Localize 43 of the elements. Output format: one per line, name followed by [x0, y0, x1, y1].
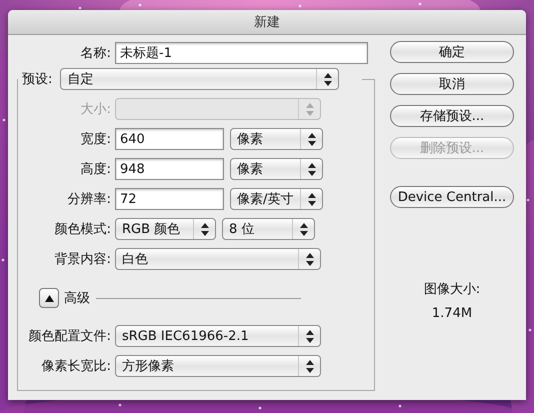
dropdown[interactable]: 白色 [115, 248, 321, 270]
stepper-arrows-icon [308, 192, 316, 206]
field-label: 大小: [80, 101, 112, 118]
text-field[interactable]: 948 [115, 158, 224, 180]
stepper-arrows-icon [324, 72, 332, 86]
dialog-button[interactable]: 确定 [390, 41, 514, 63]
stepper-arrows-icon [306, 360, 314, 372]
section-label: 高级 [64, 290, 90, 307]
dropdown[interactable]: sRGB IEC61966-2.1 [115, 325, 321, 347]
stepper-arrows-icon [300, 222, 308, 236]
field-label: 名称: [80, 45, 112, 62]
dropdown[interactable]: RGB 颜色 [115, 218, 216, 240]
text-field[interactable]: 72 [115, 188, 224, 210]
unit-dropdown[interactable]: 像素 [230, 128, 323, 150]
stepper-arrows-icon [306, 102, 314, 116]
field-label: 颜色模式: [54, 221, 112, 238]
text-field[interactable]: 640 [115, 128, 224, 150]
preset-dropdown[interactable]: 自定 [60, 68, 340, 90]
field-label: 高度: [80, 161, 112, 178]
unit-dropdown[interactable]: 像素/英寸 [230, 188, 323, 210]
unit-dropdown[interactable]: 像素 [230, 158, 323, 180]
stepper-arrows-icon [308, 162, 316, 176]
disclosure-button[interactable] [39, 288, 59, 308]
field-label: 分辨率: [66, 191, 112, 208]
stepper-arrows-icon [308, 132, 316, 146]
name-field[interactable]: 未标题-1 [115, 42, 368, 64]
dialog-button[interactable]: Device Central... [390, 186, 514, 208]
dropdown[interactable]: 方形像素 [115, 355, 321, 377]
stepper-arrows-icon [306, 252, 314, 266]
stepper-arrows-icon [306, 330, 314, 342]
dialog-button[interactable]: 取消 [390, 73, 514, 95]
field-label: 像素长宽比: [40, 358, 112, 375]
dropdown[interactable]: 8 位 [222, 218, 315, 240]
stepper-arrows-icon [201, 222, 209, 236]
field-label: 宽度: [80, 131, 112, 148]
triangle-icon [44, 294, 54, 302]
field-label: 背景内容: [54, 251, 112, 268]
field-label: 颜色配置文件: [28, 328, 112, 345]
window-title: 新建 [254, 14, 280, 31]
field-label: 预设: [22, 71, 54, 88]
image-size-value: 1.74M [432, 306, 472, 321]
image-size-label: 图像大小: [424, 281, 480, 298]
dialog-button[interactable]: 存储预设... [390, 105, 514, 127]
